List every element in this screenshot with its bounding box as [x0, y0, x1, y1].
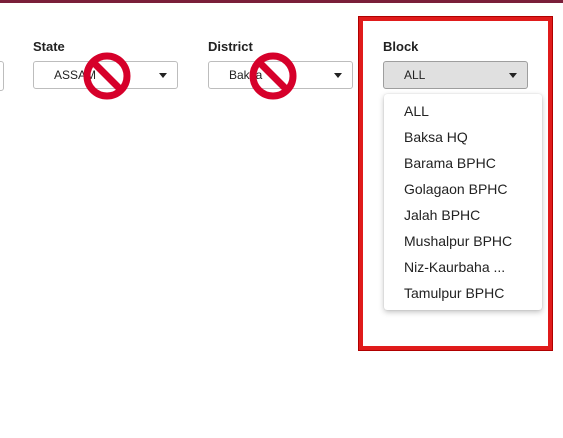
- previous-filter-select[interactable]: [0, 61, 4, 91]
- chevron-down-icon: [334, 73, 342, 78]
- district-label: District: [208, 39, 253, 54]
- header-bar: [0, 0, 563, 3]
- chevron-down-icon: [159, 73, 167, 78]
- no-entry-icon: [249, 52, 297, 100]
- state-label: State: [33, 39, 65, 54]
- highlight-box: [359, 17, 552, 350]
- no-entry-icon: [83, 52, 131, 100]
